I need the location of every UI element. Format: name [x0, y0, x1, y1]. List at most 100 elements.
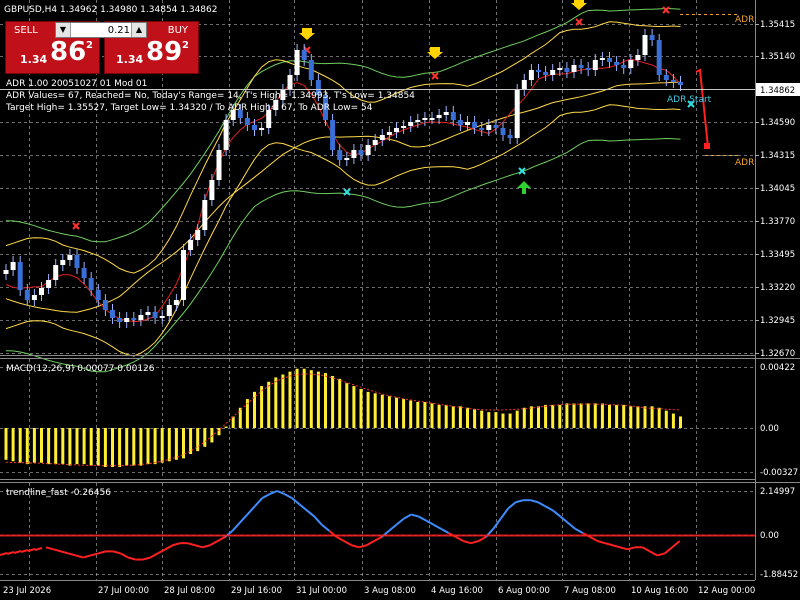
candle-body: [124, 318, 130, 322]
trendline-segment: [351, 544, 360, 549]
buy-signal-arrow-icon: [517, 181, 531, 194]
sell-price-prefix: 1.34: [20, 53, 48, 66]
macd-bar: [253, 391, 256, 428]
macd-bar: [174, 428, 178, 460]
trendline-segment: [604, 542, 613, 547]
macd-bar: [224, 426, 228, 428]
macd-bar: [508, 413, 512, 428]
candle-body: [308, 60, 314, 80]
macd-bar: [331, 375, 335, 428]
macd-bar: [458, 406, 462, 428]
price-axis: 1.35415 1.35140 1.34590 1.34315 1.34045 1.337…: [755, 20, 795, 359]
macd-bar: [40, 428, 43, 463]
trendline-segment: [75, 554, 84, 559]
trendline-segment: [343, 540, 353, 547]
macd-bar: [302, 368, 306, 428]
candle-body: [88, 278, 94, 290]
volume-input[interactable]: [72, 23, 130, 37]
candle-body: [195, 230, 201, 240]
macd-bar: [61, 428, 65, 465]
candle-body: [173, 300, 179, 305]
time-axis-label: 4 Aug 16:00: [431, 586, 483, 596]
candle-body: [401, 126, 407, 128]
price-axis-label: 1.32670: [760, 349, 795, 359]
macd-bar: [572, 403, 576, 428]
macd-bar: [537, 406, 540, 428]
candle-body: [145, 312, 151, 315]
macd-bar: [664, 410, 668, 428]
macd-bar: [366, 391, 370, 428]
candle-body: [436, 115, 442, 118]
macd-bar: [444, 404, 448, 428]
candle-body: [188, 240, 194, 250]
macd-bar: [146, 428, 150, 465]
candle-body: [564, 68, 570, 72]
time-axis-label: 7 Aug 08:00: [564, 586, 616, 596]
macd-bar: [558, 404, 562, 428]
adr-info-line-3: Target High= 1.35527, Target Low= 1.3432…: [5, 103, 373, 113]
macd-bar: [657, 407, 661, 428]
macd-bar: [629, 406, 633, 428]
chart-header: GBPUSD,H4 1.34962 1.34980 1.34854 1.3486…: [4, 5, 217, 15]
candle-body: [457, 120, 463, 125]
trendline-segment: [395, 517, 405, 526]
macd-bar: [544, 404, 548, 428]
trendline-segment: [291, 497, 301, 506]
macd-bar: [380, 394, 384, 428]
volume-increase-icon[interactable]: ▲: [131, 23, 146, 37]
trendline-segment: [83, 554, 91, 559]
trendline-segment: [298, 503, 308, 512]
trendline-segment: [284, 493, 293, 500]
macd-bar: [600, 403, 604, 428]
macd-bar: [32, 428, 36, 463]
sell-price-fraction: 2: [86, 40, 93, 51]
candle-body: [330, 120, 336, 150]
trendline-fast-series: [0, 490, 755, 561]
price-axis-label: 1.35140: [760, 52, 795, 62]
adr-info-line-1: ADR 1.00 20051027 01 Mod 01: [6, 79, 147, 89]
macd-bar: [288, 371, 292, 428]
macd-bar: [54, 428, 58, 465]
candle-body: [678, 82, 683, 85]
macd-bar: [316, 371, 320, 428]
macd-bar: [515, 410, 519, 428]
candle-body: [67, 255, 73, 260]
trendline-segment: [530, 499, 539, 504]
time-axis-label: 29 Jul 16:00: [231, 586, 282, 596]
trendline-segment: [627, 546, 636, 551]
macd-bar: [18, 428, 22, 463]
trendline-segment: [567, 521, 576, 530]
candle-body: [635, 55, 641, 60]
macd-bar: [324, 373, 327, 428]
macd-bar: [487, 412, 491, 428]
volume-stepper[interactable]: ▼ ▲: [55, 22, 147, 38]
trendline-segment: [194, 544, 203, 549]
candle-body: [102, 300, 108, 310]
candle-body: [592, 60, 598, 70]
volume-decrease-icon[interactable]: ▼: [56, 23, 71, 37]
macd-bar: [650, 406, 654, 428]
candle-body: [365, 145, 371, 155]
trendline-segment: [641, 546, 651, 553]
adr-projection-marker: [704, 143, 710, 149]
trendline-axis-label: -1.88452: [760, 570, 798, 580]
macd-bar: [551, 404, 555, 428]
macd-bar: [579, 403, 583, 428]
trendline-segment: [411, 513, 420, 518]
candle-body: [181, 250, 186, 300]
trendline-segment: [164, 544, 174, 551]
candle-body: [287, 75, 293, 90]
trendline-segment: [671, 540, 681, 549]
candle-body: [422, 118, 428, 120]
macd-bar: [118, 428, 122, 468]
time-axis: 23 Jul 2026 27 Jul 00:00 28 Jul 08:00 29 Ju…: [3, 586, 755, 596]
trendline-axis: 2.14997 0.00 -1.88452: [760, 487, 798, 580]
trendline-segment: [366, 540, 375, 547]
macd-bar: [529, 406, 533, 428]
adr-info-line-2: ADR Values= 67, Reached= No, Today's Ran…: [6, 91, 415, 101]
macd-axis-label: -0.00327: [760, 468, 798, 478]
candle-body: [152, 312, 158, 318]
chart-canvas[interactable]: 1.34862 GBPUSD,H4 1.34962 1.34980 1.3485…: [0, 0, 800, 600]
candle-body: [528, 70, 534, 80]
macd-bar: [671, 413, 675, 428]
